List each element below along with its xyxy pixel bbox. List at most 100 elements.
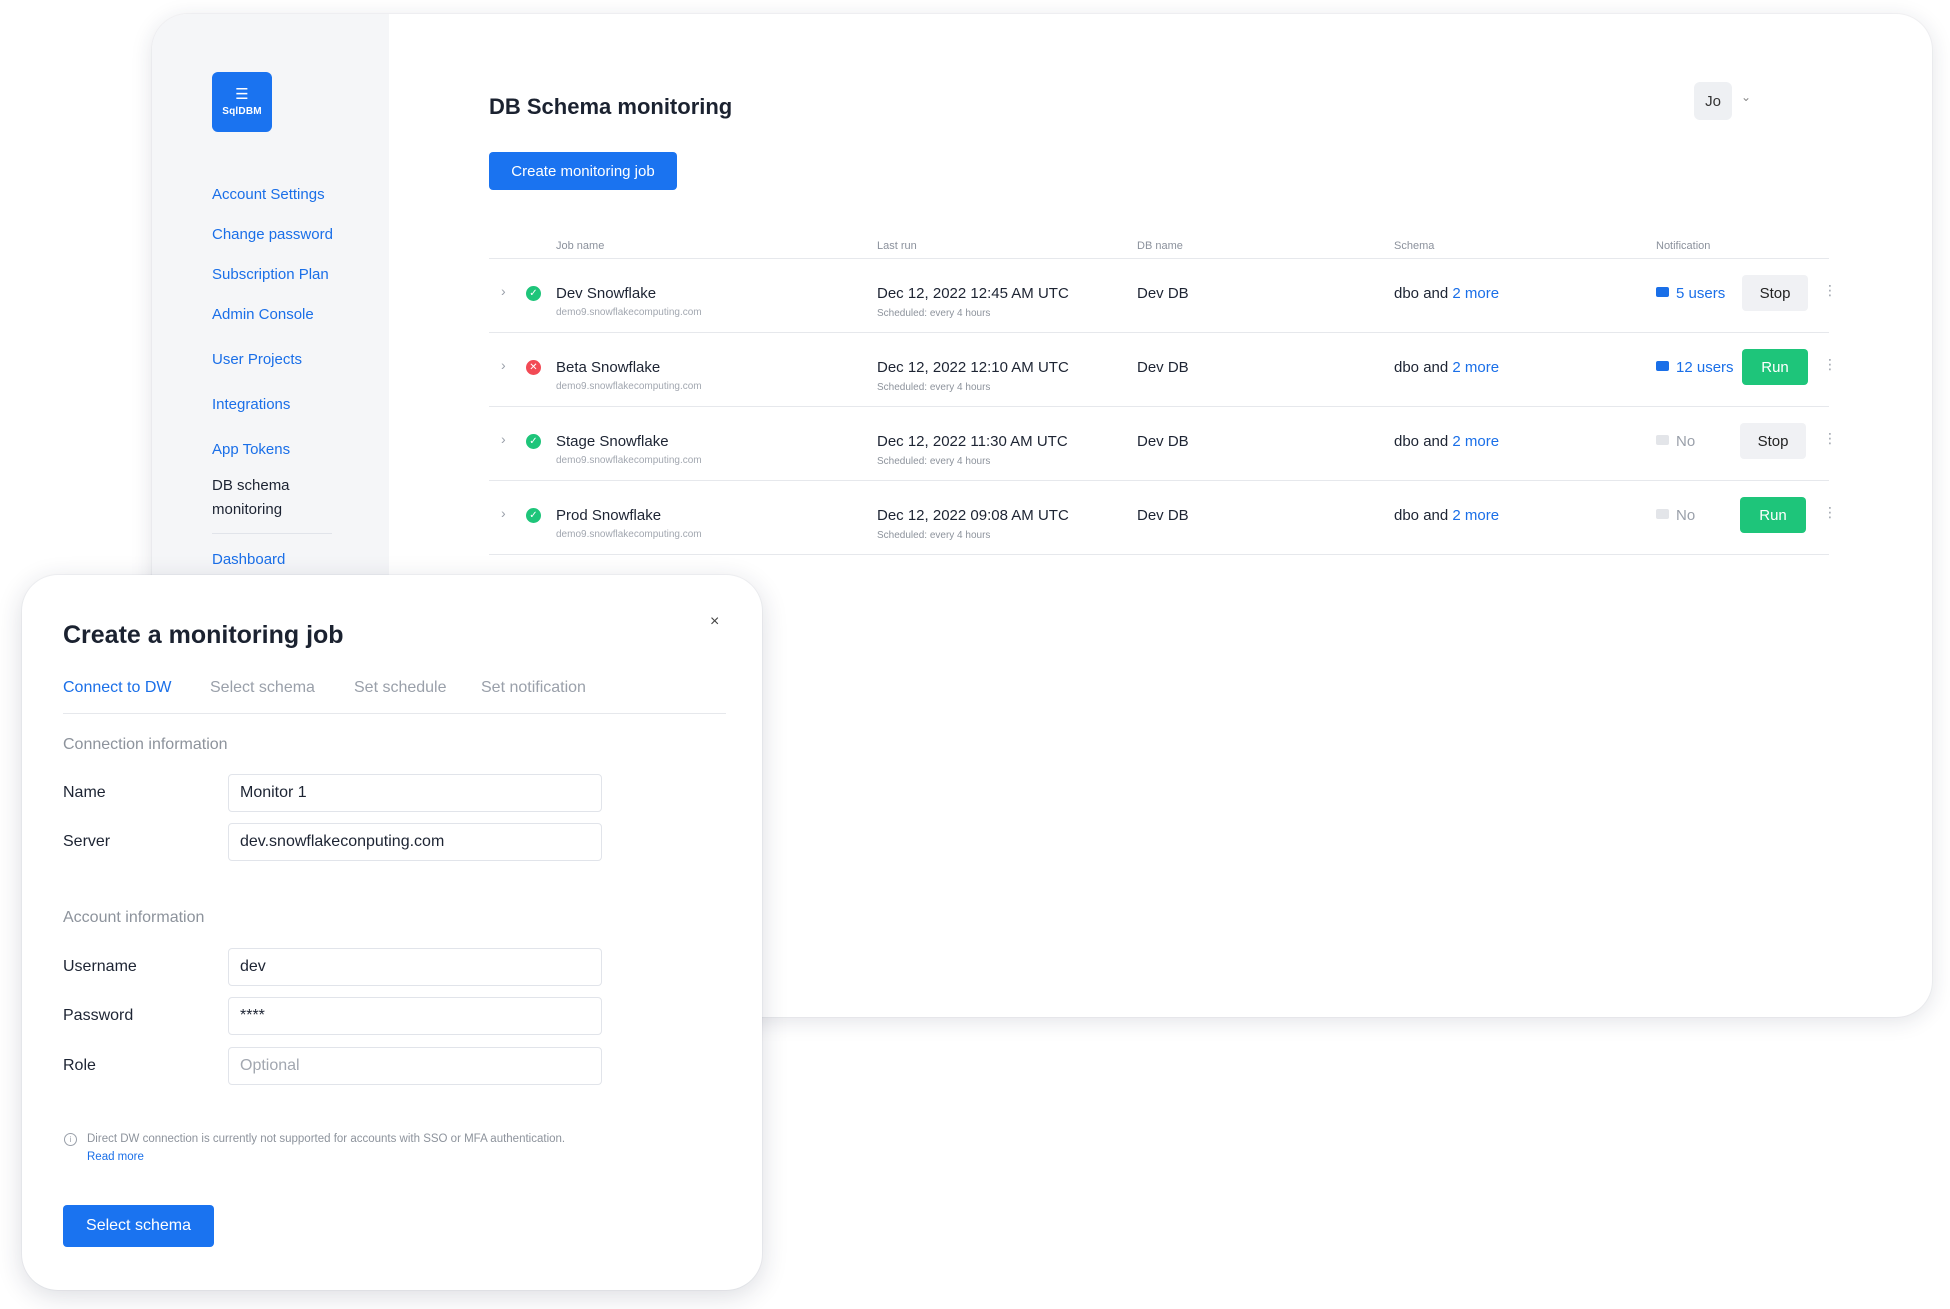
schema-prefix: dbo and (1394, 285, 1449, 302)
job-host: demo9.snowflakecomputing.com (556, 529, 702, 540)
sidebar-item-app-tokens[interactable]: App Tokens (212, 441, 290, 458)
schema-prefix: dbo and (1394, 359, 1449, 376)
sidebar-item-user-projects[interactable]: User Projects (212, 351, 302, 368)
notification-text: No (1676, 507, 1696, 524)
schedule-text: Scheduled: every 4 hours (877, 530, 991, 541)
schedule-text: Scheduled: every 4 hours (877, 382, 991, 393)
last-run: Dec 12, 2022 12:45 AM UTC (877, 285, 1069, 302)
schema-more-link[interactable]: 2 more (1452, 507, 1499, 524)
schedule-text: Scheduled: every 4 hours (877, 308, 991, 319)
more-vertical-icon[interactable]: ⋮ (1823, 356, 1837, 373)
username-label: Username (63, 958, 137, 975)
more-vertical-icon[interactable]: ⋮ (1823, 504, 1837, 521)
server-label: Server (63, 833, 111, 850)
notification-users-link[interactable]: 12 users (1656, 359, 1734, 376)
more-vertical-icon[interactable]: ⋮ (1823, 430, 1837, 447)
error-x-icon: ✕ (526, 360, 541, 375)
notification-text: 12 users (1676, 359, 1734, 376)
notification-status: No (1656, 507, 1695, 524)
schedule-text: Scheduled: every 4 hours (877, 456, 991, 467)
last-run: Dec 12, 2022 09:08 AM UTC (877, 507, 1069, 524)
notification-text: 5 users (1676, 285, 1726, 302)
password-label: Password (63, 1007, 134, 1024)
run-button[interactable]: Run (1742, 349, 1808, 385)
table-row[interactable]: › ✓ Stage Snowflake demo9.snowflakecompu… (489, 407, 1837, 481)
sidebar-item-change-password[interactable]: Change password (212, 226, 333, 243)
close-icon[interactable]: × (710, 613, 719, 631)
notification-users-link[interactable]: 5 users (1656, 285, 1725, 302)
sidebar-item-subscription-plan[interactable]: Subscription Plan (212, 266, 329, 283)
schema-more-link[interactable]: 2 more (1452, 359, 1499, 376)
tab-select-schema[interactable]: Select schema (210, 679, 315, 697)
schema-more-link[interactable]: 2 more (1452, 285, 1499, 302)
chevron-down-icon[interactable]: ⌄ (1741, 90, 1751, 104)
mail-icon (1656, 287, 1669, 297)
username-input[interactable] (228, 948, 602, 986)
select-schema-button[interactable]: Select schema (63, 1205, 214, 1247)
chevron-right-icon[interactable]: › (501, 357, 506, 373)
schema-prefix: dbo and (1394, 433, 1449, 450)
create-monitoring-job-modal: × Create a monitoring job Connect to DW … (22, 575, 762, 1290)
schema-cell: dbo and 2 more (1394, 507, 1499, 524)
menu-lines-icon: ☰ (235, 86, 249, 103)
sidebar-item-db-schema-monitoring[interactable]: DB schema monitoring (212, 474, 332, 522)
last-run: Dec 12, 2022 11:30 AM UTC (877, 433, 1068, 450)
sidebar-divider (212, 533, 332, 534)
mail-icon (1656, 361, 1669, 371)
success-check-icon: ✓ (526, 286, 541, 301)
job-host: demo9.snowflakecomputing.com (556, 381, 702, 392)
role-label: Role (63, 1057, 96, 1074)
stop-button[interactable]: Stop (1742, 275, 1808, 311)
monitoring-jobs-table: Job name Last run DB name Schema Notific… (489, 236, 1837, 555)
notification-status: No (1656, 433, 1695, 450)
modal-title: Create a monitoring job (63, 621, 344, 649)
sidebar-item-integrations[interactable]: Integrations (212, 396, 290, 413)
tab-set-schedule[interactable]: Set schedule (354, 679, 447, 697)
info-icon: i (64, 1133, 77, 1146)
db-name: Dev DB (1137, 359, 1189, 376)
table-header: Job name Last run DB name Schema Notific… (489, 236, 1829, 259)
chevron-right-icon[interactable]: › (501, 431, 506, 447)
db-name: Dev DB (1137, 507, 1189, 524)
table-row[interactable]: › ✓ Prod Snowflake demo9.snowflakecomput… (489, 481, 1837, 555)
tab-set-notification[interactable]: Set notification (481, 679, 586, 697)
job-host: demo9.snowflakecomputing.com (556, 307, 702, 318)
info-note: Direct DW connection is currently not su… (87, 1130, 567, 1166)
wizard-tabs: Connect to DW Select schema Set schedule… (63, 679, 726, 714)
tab-connect-to-dw[interactable]: Connect to DW (63, 679, 171, 697)
logo-text: SqlDBM (222, 106, 262, 117)
name-input[interactable] (228, 774, 602, 812)
db-name: Dev DB (1137, 433, 1189, 450)
page-title: DB Schema monitoring (489, 94, 733, 119)
last-run: Dec 12, 2022 12:10 AM UTC (877, 359, 1069, 376)
schema-prefix: dbo and (1394, 507, 1449, 524)
db-name: Dev DB (1137, 285, 1189, 302)
read-more-link[interactable]: Read more (87, 1151, 144, 1163)
sidebar-item-admin-console[interactable]: Admin Console (212, 306, 314, 323)
sidebar-item-account-settings[interactable]: Account Settings (212, 186, 325, 203)
user-avatar[interactable]: Jo (1694, 82, 1732, 120)
column-header-job-name: Job name (556, 240, 605, 252)
server-input[interactable] (228, 823, 602, 861)
chevron-right-icon[interactable]: › (501, 505, 506, 521)
column-header-last-run: Last run (877, 240, 917, 252)
stop-button[interactable]: Stop (1740, 423, 1806, 459)
account-section-label: Account information (63, 909, 205, 926)
more-vertical-icon[interactable]: ⋮ (1823, 282, 1837, 299)
password-input[interactable] (228, 997, 602, 1035)
sqldbm-logo[interactable]: ☰ SqlDBM (212, 72, 272, 132)
job-name: Stage Snowflake (556, 433, 669, 450)
run-button[interactable]: Run (1740, 497, 1806, 533)
mail-icon (1656, 509, 1669, 519)
sidebar-item-dashboard[interactable]: Dashboard (212, 551, 285, 568)
info-note-text: Direct DW connection is currently not su… (87, 1133, 566, 1145)
role-input[interactable] (228, 1047, 602, 1085)
schema-more-link[interactable]: 2 more (1452, 433, 1499, 450)
chevron-right-icon[interactable]: › (501, 283, 506, 299)
create-monitoring-job-button[interactable]: Create monitoring job (489, 152, 677, 190)
name-label: Name (63, 784, 106, 801)
job-name: Beta Snowflake (556, 359, 661, 376)
table-row[interactable]: › ✕ Beta Snowflake demo9.snowflakecomput… (489, 333, 1837, 407)
table-row[interactable]: › ✓ Dev Snowflake demo9.snowflakecomputi… (489, 259, 1837, 333)
schema-cell: dbo and 2 more (1394, 359, 1499, 376)
